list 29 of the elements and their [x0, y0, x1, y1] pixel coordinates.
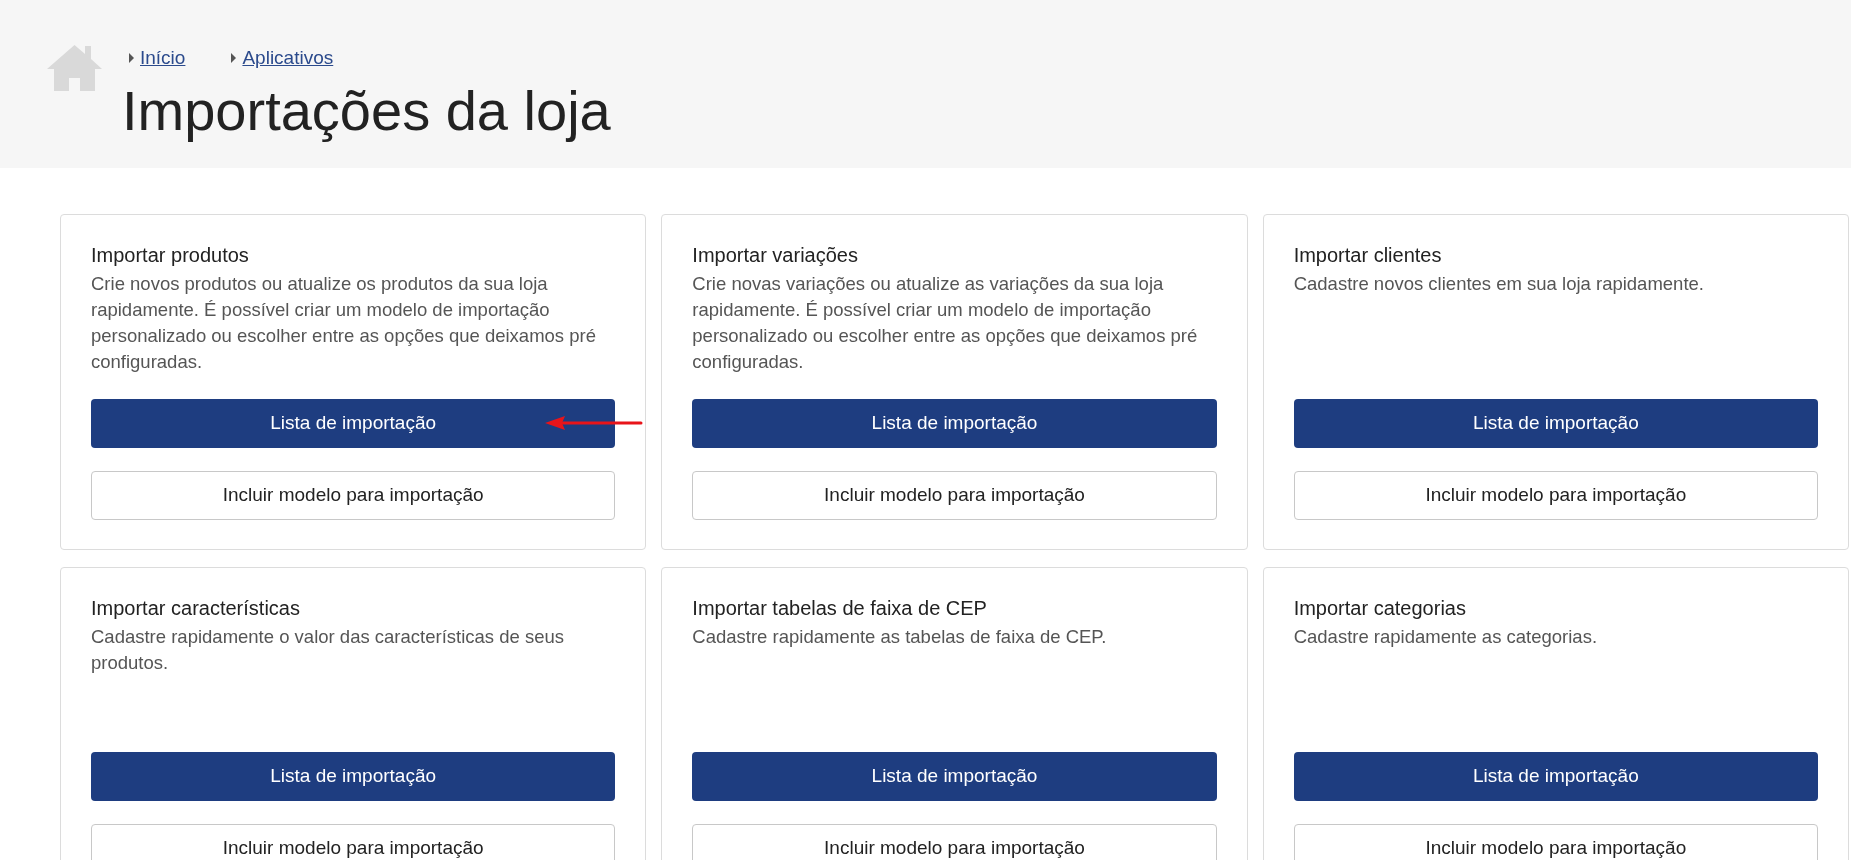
import-list-button[interactable]: Lista de importação	[91, 752, 616, 801]
card-title: Importar categorias	[1293, 596, 1467, 621]
card-description: Cadastre rapidamente as tabelas de faixa de CEP.	[692, 625, 1108, 649]
import-list-button[interactable]: Lista de importação	[692, 752, 1217, 801]
card-description: Crie novas variações ou atualize as variações da sua loja rapidamente. É possível criar um modelo de importação personalizado ou escolher entre as opções que deixamos pré configuradas.	[692, 272, 1199, 374]
card-description: Cadastre rapidamente as categorias.	[1293, 625, 1599, 649]
caret-icon	[231, 53, 237, 64]
import-list-button[interactable]: Lista de importação	[1293, 399, 1818, 448]
add-template-button[interactable]: Incluir modelo para importação	[1293, 824, 1818, 860]
add-template-button[interactable]: Incluir modelo para importação	[692, 471, 1217, 520]
card-title: Importar variações	[692, 243, 859, 268]
card-description: Cadastre novos clientes em sua loja rapidamente.	[1293, 272, 1705, 296]
home-icon[interactable]	[47, 45, 102, 91]
add-template-button[interactable]: Incluir modelo para importação	[1293, 471, 1818, 520]
caret-icon	[129, 53, 134, 64]
card-description: Crie novos produtos ou atualize os produtos da sua loja rapidamente. É possível criar um modelo de importação personalizado ou escolher entre as opções que deixamos pré configuradas.	[91, 272, 597, 374]
card-title: Importar clientes	[1293, 243, 1443, 268]
import-list-button[interactable]: Lista de importação	[1293, 752, 1818, 801]
import-list-button[interactable]: Lista de importação	[91, 399, 616, 448]
add-template-button[interactable]: Incluir modelo para importação	[692, 824, 1217, 860]
add-template-button[interactable]: Incluir modelo para importação	[91, 471, 616, 520]
breadcrumb-link[interactable]: Aplicativos	[242, 44, 334, 73]
card-title: Importar tabelas de faixa de CEP	[692, 596, 988, 621]
card-title: Importar produtos	[91, 243, 250, 268]
import-list-button[interactable]: Lista de importação	[692, 399, 1217, 448]
breadcrumb-link[interactable]: Início	[140, 44, 186, 73]
card-description: Cadastre rapidamente o valor das características de seus produtos.	[91, 625, 565, 675]
card-title: Importar características	[91, 596, 301, 621]
add-template-button[interactable]: Incluir modelo para importação	[91, 824, 616, 860]
